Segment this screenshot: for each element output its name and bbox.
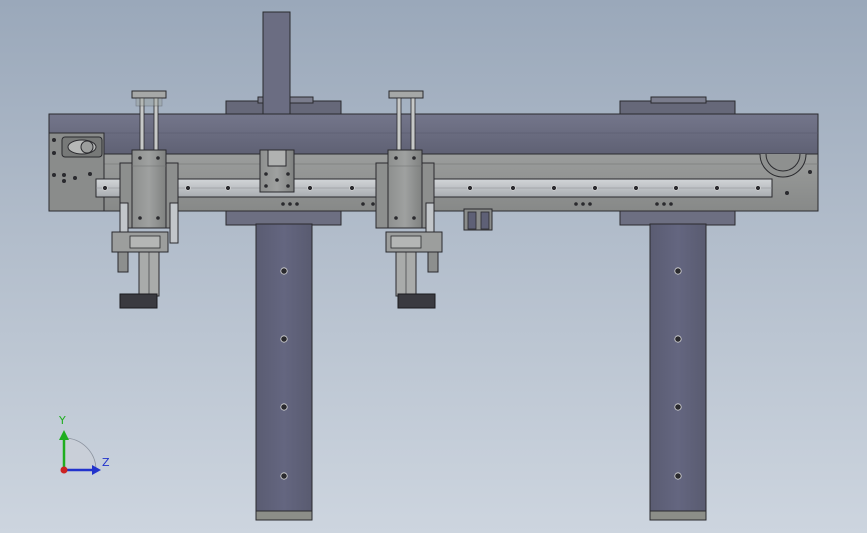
sensor-bracket[interactable] <box>463 208 493 231</box>
leg-bolt-holes <box>280 267 682 480</box>
cad-viewport[interactable]: Y Z <box>0 0 867 533</box>
triad-z-label: Z <box>102 456 110 469</box>
left-end-cap[interactable] <box>48 132 105 212</box>
triad-y-label: Y <box>59 414 66 427</box>
triad-origin <box>60 466 68 474</box>
mast-carriage[interactable] <box>259 149 295 193</box>
coordinate-triad <box>59 430 101 475</box>
z-axis-arrow <box>92 465 101 475</box>
y-axis-arrow <box>59 430 69 440</box>
main-beam[interactable] <box>48 113 819 155</box>
cad-model-view[interactable] <box>0 0 867 533</box>
